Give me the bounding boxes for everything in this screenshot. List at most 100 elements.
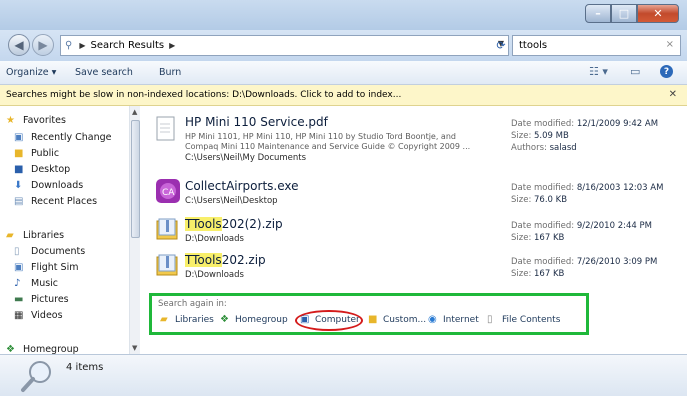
navigation-pane: ★ Favorites ▣ Recently Change ■ Public ■ Des… xyxy=(0,106,140,355)
close-icon[interactable]: ✕ xyxy=(669,89,677,100)
recent-icon: ▣ xyxy=(14,131,24,143)
search-again-libraries[interactable]: ▰ Libraries xyxy=(160,314,214,326)
address-bar[interactable]: ⚲ ▶ Search Results ▶ ▼ xyxy=(60,35,509,56)
search-again-custom[interactable]: ■ Custom... xyxy=(368,314,426,326)
library-icon: ▣ xyxy=(14,261,24,273)
nav-flight-sim[interactable]: ▣ Flight Sim xyxy=(14,262,78,273)
nav-music[interactable]: ♪ Music xyxy=(14,278,58,289)
file-size: Size: 5.09 MB xyxy=(511,131,569,141)
file-path: C:\Users\Neil\Desktop xyxy=(185,196,278,206)
list-item[interactable]: TTools202.zip D:\Downloads Date modified… xyxy=(141,252,687,284)
scroll-down-icon[interactable]: ▼ xyxy=(132,344,137,352)
application-icon: CA xyxy=(155,178,181,206)
maximize-button[interactable]: □ xyxy=(611,4,637,23)
nav-public[interactable]: ■ Public xyxy=(14,148,59,159)
clear-search-icon[interactable]: × xyxy=(666,39,674,50)
svg-text:CA: CA xyxy=(162,188,175,198)
scroll-up-icon[interactable]: ▲ xyxy=(132,108,137,116)
results-pane: HP Mini 110 Service.pdf HP Mini 1101, HP… xyxy=(141,106,687,354)
file-path: C:\Users\Neil\My Documents xyxy=(185,153,307,163)
search-input[interactable]: ttools × xyxy=(512,35,681,56)
view-options-icon[interactable]: ☷ ▾ xyxy=(589,65,608,78)
document-icon: ▯ xyxy=(487,314,493,325)
file-name: TTools202(2).zip xyxy=(185,217,283,231)
file-size: Size: 167 KB xyxy=(511,269,565,279)
search-icon xyxy=(21,361,51,392)
preview-pane-icon[interactable]: ▭ xyxy=(630,65,640,78)
scroll-thumb[interactable] xyxy=(131,120,140,238)
annotation-circle xyxy=(295,310,363,331)
file-path: D:\Downloads xyxy=(185,270,244,280)
nav-videos[interactable]: ▦ Videos xyxy=(14,310,63,321)
minimize-button[interactable]: – xyxy=(585,4,611,23)
libraries-icon: ▰ xyxy=(6,229,14,241)
documents-icon: ▯ xyxy=(14,245,20,257)
back-button[interactable]: ◀ xyxy=(8,34,30,56)
close-button[interactable]: ✕ xyxy=(637,4,679,23)
zip-folder-icon xyxy=(155,252,181,280)
explorer-window: – □ ✕ ◀ ▶ ⚲ ▶ Search Results ▶ ▼ ⟳ ttool… xyxy=(0,0,687,396)
nav-libraries[interactable]: ▰ Libraries xyxy=(6,230,64,241)
date-modified: Date modified: 12/1/2009 9:42 AM xyxy=(511,119,659,129)
forward-button[interactable]: ▶ xyxy=(32,34,54,56)
address-row: ◀ ▶ ⚲ ▶ Search Results ▶ ▼ ⟳ ttools × xyxy=(0,30,687,61)
nav-downloads[interactable]: ⬇ Downloads xyxy=(14,180,83,191)
nav-favorites[interactable]: ★ Favorites xyxy=(6,115,66,126)
file-name: TTools202.zip xyxy=(185,253,266,267)
title-bar[interactable]: – □ ✕ xyxy=(0,0,687,30)
help-icon[interactable]: ? xyxy=(660,65,673,78)
nav-recently-changed[interactable]: ▣ Recently Change xyxy=(14,132,112,143)
details-pane: 4 items xyxy=(0,354,687,396)
date-modified: Date modified: 9/2/2010 2:44 PM xyxy=(511,221,652,231)
nav-documents[interactable]: ▯ Documents xyxy=(14,246,85,257)
pictures-icon: ▬ xyxy=(14,293,24,305)
nav-desktop[interactable]: ■ Desktop xyxy=(14,164,70,175)
file-name: HP Mini 110 Service.pdf xyxy=(185,115,328,129)
command-bar: Organize ▾ Save search Burn ☷ ▾ ▭ ? xyxy=(0,61,687,85)
file-size: Size: 76.0 KB xyxy=(511,195,568,205)
organize-button[interactable]: Organize ▾ xyxy=(6,67,56,78)
homegroup-icon: ❖ xyxy=(6,343,15,355)
info-bar[interactable]: Searches might be slow in non-indexed lo… xyxy=(0,85,687,106)
date-modified: Date modified: 7/26/2010 3:09 PM xyxy=(511,257,658,267)
search-again-panel: Search again in: ▰ Libraries ❖ Homegroup ▣… xyxy=(149,293,589,335)
refresh-icon[interactable]: ⟳ xyxy=(491,36,511,55)
downloads-icon: ⬇ xyxy=(14,179,23,191)
nav-pictures[interactable]: ▬ Pictures xyxy=(14,294,69,305)
star-icon: ★ xyxy=(6,114,15,126)
folder-icon: ■ xyxy=(14,147,24,159)
internet-icon: ◉ xyxy=(428,314,437,325)
libraries-icon: ▰ xyxy=(160,314,168,325)
list-item[interactable]: HP Mini 110 Service.pdf HP Mini 1101, HP… xyxy=(141,114,687,164)
recent-places-icon: ▤ xyxy=(14,195,24,207)
desktop-icon: ■ xyxy=(14,163,24,175)
search-icon: ⚲ xyxy=(65,40,73,51)
search-again-homegroup[interactable]: ❖ Homegroup xyxy=(220,314,288,326)
file-path: D:\Downloads xyxy=(185,234,244,244)
nav-scrollbar[interactable]: ▲ ▼ xyxy=(129,106,140,354)
save-search-button[interactable]: Save search xyxy=(75,67,133,78)
search-hit: TTools xyxy=(185,253,222,267)
videos-icon: ▦ xyxy=(14,309,24,321)
search-input-value: ttools xyxy=(519,40,548,51)
folder-icon: ■ xyxy=(368,314,378,325)
document-icon xyxy=(155,116,181,144)
search-again-label: Search again in: xyxy=(158,299,227,309)
file-snippet: Compaq Mini 110 Maintenance and Service … xyxy=(185,142,471,151)
file-authors: Authors: salasd xyxy=(511,143,577,153)
list-item[interactable]: CA CollectAirports.exe C:\Users\Neil\Des… xyxy=(141,178,687,210)
item-count: 4 items xyxy=(66,362,104,373)
caption-buttons: – □ ✕ xyxy=(585,4,679,23)
search-again-internet[interactable]: ◉ Internet xyxy=(428,314,479,326)
info-bar-text: Searches might be slow in non-indexed lo… xyxy=(6,90,402,100)
file-name: CollectAirports.exe xyxy=(185,179,299,193)
search-hit: TTools xyxy=(185,217,222,231)
burn-button[interactable]: Burn xyxy=(159,67,181,78)
list-item[interactable]: TTools202(2).zip D:\Downloads Date modif… xyxy=(141,216,687,248)
breadcrumb[interactable]: Search Results xyxy=(90,40,164,51)
breadcrumb-chevron-icon[interactable]: ▶ xyxy=(169,41,175,50)
nav-recent-places[interactable]: ▤ Recent Places xyxy=(14,196,97,207)
file-snippet: HP Mini 1101, HP Mini 110, HP Mini 110 b… xyxy=(185,132,456,141)
homegroup-icon: ❖ xyxy=(220,314,229,325)
search-again-file-contents[interactable]: ▯ File Contents xyxy=(487,314,560,326)
